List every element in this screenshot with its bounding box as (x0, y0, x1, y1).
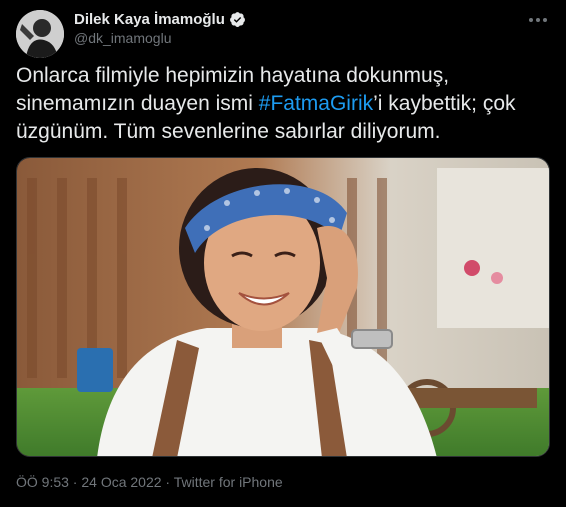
more-options-icon[interactable] (526, 10, 550, 30)
dot-icon (536, 18, 540, 22)
tweet: Dilek Kaya İmamoğlu @dk_imamoglu Onlarca… (0, 0, 566, 507)
dot-icon (529, 18, 533, 22)
avatar-image (16, 10, 64, 58)
tweet-text-line-3: üzgünüm. Tüm sevenlerine sabırlar diliyo… (16, 120, 441, 143)
dot-icon (543, 18, 547, 22)
tweet-text-line-2-pre: sinemamızın duayen ismi (16, 92, 259, 115)
tweet-text-line-1: Onlarca filmiyle hepimizin hayatına doku… (16, 64, 450, 87)
tweet-text-line-2-post: ’i kaybettik; çok (373, 92, 516, 115)
author-name-row[interactable]: Dilek Kaya İmamoğlu (74, 11, 246, 28)
author-display-name[interactable]: Dilek Kaya İmamoğlu (74, 11, 225, 28)
avatar[interactable] (16, 10, 64, 58)
tweet-timestamp-source[interactable]: ÖÖ 9:53 · 24 Oca 2022 · Twitter for iPho… (16, 474, 283, 490)
verified-badge-icon (229, 12, 245, 27)
hashtag-link[interactable]: #FatmaGirik (259, 92, 373, 115)
tweet-text: Onlarca filmiyle hepimizin hayatına doku… (16, 62, 550, 146)
tweet-photo[interactable] (16, 157, 550, 457)
photo-image (17, 158, 549, 456)
tweet-text-line-2: sinemamızın duayen ismi #FatmaGirik’i ka… (16, 90, 550, 118)
author-handle[interactable]: @dk_imamoglu (74, 30, 171, 46)
